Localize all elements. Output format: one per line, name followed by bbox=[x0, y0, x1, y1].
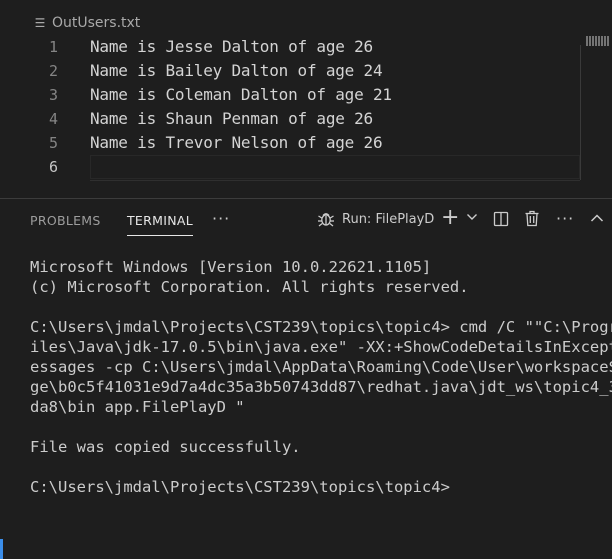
terminal-line: (c) Microsoft Corporation. All rights re… bbox=[30, 278, 469, 296]
more-actions-button[interactable]: ··· bbox=[556, 209, 574, 228]
line-number: 6 bbox=[48, 158, 58, 176]
chevron-up-icon[interactable] bbox=[590, 213, 604, 223]
more-tabs-button[interactable]: ··· bbox=[212, 209, 230, 228]
terminal-output[interactable]: Microsoft Windows [Version 10.0.22621.11… bbox=[30, 257, 612, 497]
terminal-command-decoration bbox=[0, 539, 3, 559]
editor-pane: ☰ OutUsers.txt 1 Name is Jesse Dalton of… bbox=[0, 0, 612, 198]
tab-terminal[interactable]: TERMINAL bbox=[127, 213, 193, 236]
code-line-current[interactable]: 6 bbox=[0, 155, 580, 179]
code-line[interactable]: 3 Name is Coleman Dalton of age 21 bbox=[0, 83, 580, 107]
terminal-line: File was copied successfully. bbox=[30, 438, 301, 456]
chevron-down-icon[interactable] bbox=[466, 212, 478, 222]
code-line[interactable]: 5 Name is Trevor Nelson of age 26 bbox=[0, 131, 580, 155]
panel-header: PROBLEMS TERMINAL ··· Run: FilePlayD + ·… bbox=[0, 199, 612, 243]
bottom-panel: PROBLEMS TERMINAL ··· Run: FilePlayD + ·… bbox=[0, 198, 612, 559]
terminal-line: iles\Java\jdk-17.0.5\bin\java.exe" -XX:+… bbox=[30, 338, 612, 356]
horizontal-scrollbar[interactable] bbox=[90, 180, 580, 181]
code-lines[interactable]: 1 Name is Jesse Dalton of age 26 2 Name … bbox=[0, 35, 580, 179]
minimap[interactable] bbox=[586, 36, 610, 46]
terminal-line: C:\Users\jmdal\Projects\CST239\topics\to… bbox=[30, 318, 612, 336]
split-terminal-icon[interactable] bbox=[493, 211, 509, 227]
new-terminal-button[interactable]: + bbox=[441, 207, 459, 229]
line-number: 1 bbox=[48, 38, 58, 56]
line-number: 2 bbox=[48, 62, 58, 80]
terminal-line: Microsoft Windows [Version 10.0.22621.11… bbox=[30, 258, 432, 276]
line-number: 3 bbox=[48, 86, 58, 104]
terminal-selector[interactable]: Run: FilePlayD bbox=[316, 209, 434, 229]
line-text[interactable]: Name is Jesse Dalton of age 26 bbox=[90, 35, 373, 59]
code-line[interactable]: 2 Name is Bailey Dalton of age 24 bbox=[0, 59, 580, 83]
current-line-highlight bbox=[90, 155, 580, 179]
line-text[interactable]: Name is Bailey Dalton of age 24 bbox=[90, 59, 383, 83]
line-text[interactable]: Name is Trevor Nelson of age 26 bbox=[90, 131, 383, 155]
terminal-line: da8\bin app.FilePlayD " bbox=[30, 398, 245, 416]
debug-icon bbox=[318, 213, 334, 227]
line-number: 4 bbox=[48, 110, 58, 128]
tab-terminal-label: TERMINAL bbox=[127, 213, 193, 228]
run-label: Run: FilePlayD bbox=[342, 211, 435, 227]
code-line[interactable]: 4 Name is Shaun Penman of age 26 bbox=[0, 107, 580, 131]
terminal-prompt[interactable]: C:\Users\jmdal\Projects\CST239\topics\to… bbox=[30, 477, 612, 497]
line-text[interactable]: Name is Shaun Penman of age 26 bbox=[90, 107, 373, 131]
vertical-ruler bbox=[580, 45, 581, 180]
breadcrumb-file-name: OutUsers.txt bbox=[52, 15, 141, 31]
terminal-line: essages -cp C:\Users\jmdal\AppData\Roami… bbox=[30, 358, 612, 376]
code-line[interactable]: 1 Name is Jesse Dalton of age 26 bbox=[0, 35, 580, 59]
line-number: 5 bbox=[48, 134, 58, 152]
breadcrumb[interactable]: ☰ OutUsers.txt bbox=[34, 13, 141, 33]
active-tab-indicator bbox=[127, 235, 193, 236]
trash-icon[interactable] bbox=[524, 210, 540, 227]
tab-problems[interactable]: PROBLEMS bbox=[30, 213, 101, 228]
line-text[interactable]: Name is Coleman Dalton of age 21 bbox=[90, 83, 392, 107]
terminal-line: ge\b0c5f41031e9d7a4dc35a3b50743dd87\redh… bbox=[30, 378, 612, 396]
list-icon: ☰ bbox=[34, 16, 46, 30]
